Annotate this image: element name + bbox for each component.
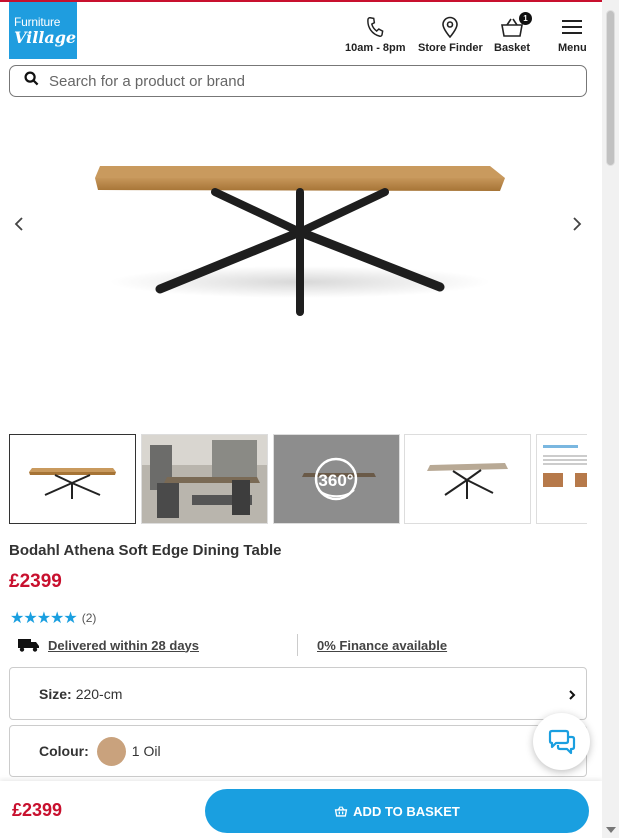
- live-chat-button[interactable]: [533, 713, 590, 770]
- menu-label: Menu: [558, 42, 587, 54]
- info-divider: [297, 634, 298, 656]
- product-title: Bodahl Athena Soft Edge Dining Table: [9, 542, 282, 559]
- product-rating[interactable]: ★★★★★ (2): [10, 608, 96, 628]
- delivery-link[interactable]: Delivered within 28 days: [48, 638, 199, 653]
- store-finder-link[interactable]: Store Finder: [418, 14, 483, 56]
- size-selector[interactable]: Size: 220-cm: [9, 667, 587, 720]
- sticky-price: £2399: [12, 800, 63, 820]
- finance-link[interactable]: 0% Finance available: [317, 638, 447, 653]
- menu-button[interactable]: Menu: [558, 14, 587, 56]
- search-icon[interactable]: [24, 71, 39, 91]
- thumbnail-4[interactable]: [404, 434, 531, 524]
- product-page: Furniture Village 10am - 8pm Store Finde…: [0, 0, 619, 838]
- basket-label: Basket: [494, 42, 531, 54]
- basket-icon: 1: [500, 12, 533, 40]
- logo-text-line1: Furniture: [14, 14, 61, 29]
- product-image-carousel[interactable]: [0, 104, 602, 424]
- store-finder-label: Store Finder: [418, 42, 483, 54]
- carousel-prev-button[interactable]: [9, 214, 29, 234]
- colour-label: Colour:: [39, 743, 89, 759]
- search-bar[interactable]: [9, 65, 587, 97]
- view-360-text: 360°: [318, 471, 353, 490]
- basket-icon: [334, 805, 348, 817]
- thumbnail-strip: 360°: [9, 434, 587, 524]
- thumbnail-1[interactable]: [9, 434, 136, 524]
- location-pin-icon: [441, 14, 459, 40]
- sticky-purchase-bar: £2399 ADD TO BASKET: [0, 781, 602, 838]
- page-scrollbar[interactable]: [602, 0, 619, 838]
- basket-link[interactable]: 1 Basket: [494, 12, 533, 56]
- size-value: 220-cm: [75, 685, 123, 702]
- finance-info[interactable]: 0% Finance available: [317, 634, 447, 656]
- scrollbar-thumb[interactable]: [606, 10, 615, 166]
- delivery-info[interactable]: Delivered within 28 days: [18, 634, 199, 656]
- delivery-truck-icon: [18, 638, 40, 652]
- colour-value: 1 Oil: [131, 743, 161, 759]
- phone-icon: [364, 14, 386, 40]
- chevron-left-icon: [14, 217, 23, 231]
- chevron-right-icon: [573, 217, 582, 231]
- star-rating-icons: ★★★★★: [10, 610, 78, 627]
- chat-bubbles-icon: [547, 729, 577, 755]
- scroll-down-arrow-icon[interactable]: [606, 827, 616, 833]
- chevron-right-icon: [568, 688, 576, 704]
- colour-swatch: [96, 736, 126, 766]
- furniture-village-logo[interactable]: Furniture Village: [9, 2, 77, 59]
- top-accent-line: [0, 0, 602, 2]
- hamburger-menu-icon: [561, 14, 583, 40]
- basket-count-badge: 1: [519, 12, 533, 25]
- carousel-next-button[interactable]: [567, 214, 587, 234]
- dining-table-main-image: [95, 166, 505, 316]
- colour-selector[interactable]: Colour: 1 Oil: [9, 725, 587, 777]
- opening-hours-label: 10am - 8pm: [345, 42, 406, 54]
- add-to-basket-label: ADD TO BASKET: [353, 803, 460, 819]
- review-count[interactable]: (2): [82, 611, 97, 625]
- thumbnail-3-360-view[interactable]: 360°: [273, 434, 400, 524]
- search-input[interactable]: [49, 72, 529, 90]
- opening-hours-link[interactable]: 10am - 8pm: [345, 14, 406, 56]
- add-to-basket-button[interactable]: ADD TO BASKET: [205, 789, 589, 833]
- thumbnail-2-room-scene[interactable]: [141, 434, 268, 524]
- thumbnail-5-edge-variations[interactable]: [536, 434, 587, 524]
- logo-text-line2: Village: [14, 27, 77, 47]
- size-label: Size:: [39, 685, 72, 702]
- product-price: £2399: [9, 571, 62, 592]
